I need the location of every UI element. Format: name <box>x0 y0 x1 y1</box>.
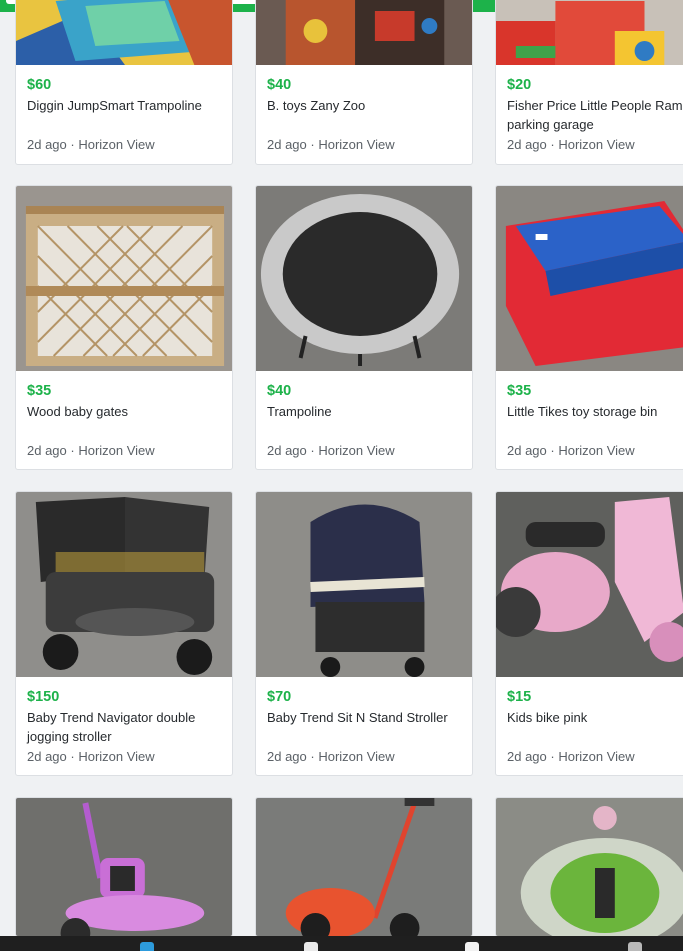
listing-price: $35 <box>27 383 52 399</box>
listing-photo-parking-garage[interactable] <box>496 0 683 65</box>
listing-card[interactable]: $70 Baby Trend Sit N Stand Stroller 2d a… <box>255 491 473 776</box>
listing-card[interactable] <box>255 797 473 937</box>
listing-card[interactable] <box>15 797 233 937</box>
listing-photo-trampoline-mat[interactable] <box>16 0 232 65</box>
listing-meta: 2d ago · Horizon View <box>27 137 155 152</box>
meta-separator: · <box>66 137 79 152</box>
listing-meta: 2d ago · Horizon View <box>27 443 155 458</box>
listing-title: Baby Trend Navigator double jogging stro… <box>27 710 196 744</box>
listing-age: 2d ago <box>507 137 547 152</box>
listing-card[interactable]: $150 Baby Trend Navigator double jogging… <box>15 491 233 776</box>
listing-price: $40 <box>267 77 292 93</box>
listing-meta: 2d ago · Horizon View <box>27 749 155 764</box>
app-icon[interactable] <box>628 942 642 951</box>
listing-price: $15 <box>507 689 532 705</box>
listing-title: Little Tikes toy storage bin <box>507 404 658 419</box>
listing-location: Horizon View <box>318 749 395 764</box>
app-icon[interactable] <box>465 942 479 951</box>
listing-age: 2d ago <box>267 749 307 764</box>
listing-card[interactable] <box>495 797 683 937</box>
listing-card[interactable]: $35 Little Tikes toy storage bin 2d ago … <box>495 185 683 470</box>
listing-meta: 2d ago · Horizon View <box>507 443 635 458</box>
listing-age: 2d ago <box>267 137 307 152</box>
listing-location: Horizon View <box>558 137 635 152</box>
meta-separator: · <box>546 443 559 458</box>
listing-location: Horizon View <box>558 443 635 458</box>
listing-card[interactable]: $40 B. toys Zany Zoo 2d ago · Horizon Vi… <box>255 0 473 165</box>
listing-price: $60 <box>27 77 52 93</box>
listing-location: Horizon View <box>558 749 635 764</box>
meta-separator: · <box>66 443 79 458</box>
listing-card[interactable]: $20 Fisher Price Little People Ramps par… <box>495 0 683 165</box>
listing-age: 2d ago <box>27 137 67 152</box>
listing-title: Baby Trend Sit N Stand Stroller <box>267 710 448 725</box>
listing-price: $35 <box>507 383 532 399</box>
listing-meta: 2d ago · Horizon View <box>507 137 635 152</box>
listing-price: $20 <box>507 77 532 93</box>
listing-meta: 2d ago · Horizon View <box>507 749 635 764</box>
app-icon[interactable] <box>140 942 154 951</box>
listing-card[interactable]: $15 Kids bike pink 2d ago · Horizon View <box>495 491 683 776</box>
listing-age: 2d ago <box>507 443 547 458</box>
listing-title: Fisher Price Little People Ramps parking… <box>507 98 683 132</box>
listing-meta: 2d ago · Horizon View <box>267 137 395 152</box>
listing-grid: $60 Diggin JumpSmart Trampoline 2d ago ·… <box>0 0 683 951</box>
listing-price: $70 <box>267 689 292 705</box>
listing-card[interactable]: $60 Diggin JumpSmart Trampoline 2d ago ·… <box>15 0 233 165</box>
listing-meta: 2d ago · Horizon View <box>267 443 395 458</box>
listing-age: 2d ago <box>27 443 67 458</box>
listing-title: Diggin JumpSmart Trampoline <box>27 98 202 113</box>
meta-separator: · <box>306 443 319 458</box>
listing-title: Kids bike pink <box>507 710 588 725</box>
listing-age: 2d ago <box>267 443 307 458</box>
listing-photo-mini-trampoline[interactable] <box>256 186 472 371</box>
listing-photo-activity-cube[interactable] <box>256 0 472 65</box>
listing-price: $40 <box>267 383 292 399</box>
listing-photo-storage-bin[interactable] <box>496 186 683 371</box>
os-taskbar <box>0 936 683 951</box>
listing-photo-baby-swing[interactable] <box>496 798 683 936</box>
listing-photo-purple-tricycle[interactable] <box>16 798 232 936</box>
listing-meta: 2d ago · Horizon View <box>267 749 395 764</box>
listing-location: Horizon View <box>318 443 395 458</box>
listing-card[interactable]: $35 Wood baby gates 2d ago · Horizon Vie… <box>15 185 233 470</box>
listing-price: $150 <box>27 689 60 705</box>
listing-card[interactable]: $40 Trampoline 2d ago · Horizon View <box>255 185 473 470</box>
listing-photo-pink-bike[interactable] <box>496 492 683 677</box>
listing-location: Horizon View <box>78 749 155 764</box>
listing-photo-double-stroller[interactable] <box>16 492 232 677</box>
meta-separator: · <box>546 749 559 764</box>
meta-separator: · <box>306 749 319 764</box>
listing-location: Horizon View <box>78 137 155 152</box>
listing-title: Wood baby gates <box>27 404 128 419</box>
listing-photo-stroller[interactable] <box>256 492 472 677</box>
meta-separator: · <box>66 749 79 764</box>
listing-age: 2d ago <box>27 749 67 764</box>
meta-separator: · <box>546 137 559 152</box>
app-icon[interactable] <box>304 942 318 951</box>
listing-title: B. toys Zany Zoo <box>267 98 366 113</box>
meta-separator: · <box>306 137 319 152</box>
listing-photo-baby-gate[interactable] <box>16 186 232 371</box>
listing-title: Trampoline <box>267 404 332 419</box>
listing-photo-red-tricycle[interactable] <box>256 798 472 936</box>
listing-age: 2d ago <box>507 749 547 764</box>
listing-location: Horizon View <box>78 443 155 458</box>
listing-location: Horizon View <box>318 137 395 152</box>
